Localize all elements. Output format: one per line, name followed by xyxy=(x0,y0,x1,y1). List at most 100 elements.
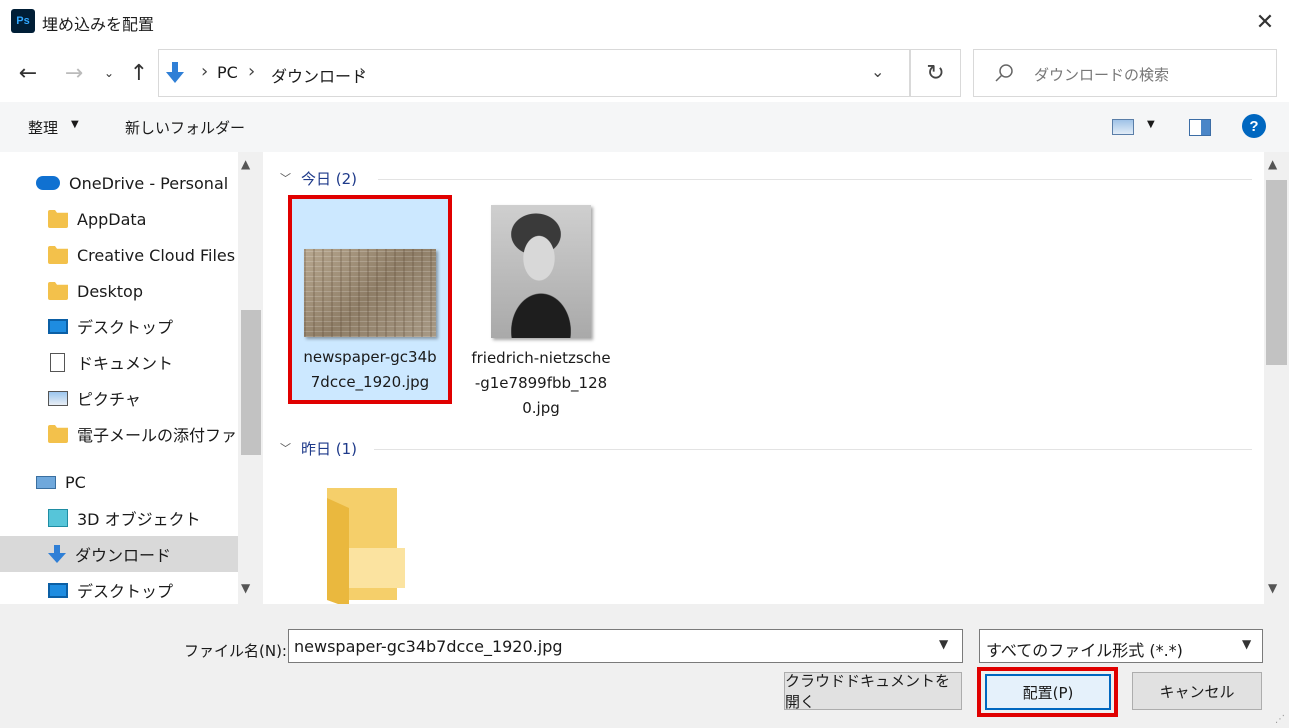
file-tile-newspaper[interactable]: newspaper-gc34b7dcce_1920.jpg xyxy=(288,195,452,404)
preview-pane-icon[interactable] xyxy=(1189,119,1211,136)
refresh-icon: ↻ xyxy=(926,60,945,86)
breadcrumb-separator-icon[interactable]: › xyxy=(248,61,255,82)
nav-item-downloads[interactable]: ダウンロード xyxy=(0,536,238,572)
change-view-icon[interactable] xyxy=(1112,119,1134,135)
nav-item-desktop-pc[interactable]: デスクトップ xyxy=(0,572,238,604)
nav-scrollbar-thumb[interactable] xyxy=(241,310,261,455)
pictures-icon xyxy=(48,390,68,406)
nav-item-onedrive[interactable]: OneDrive - Personal xyxy=(0,165,238,201)
filetype-value: すべてのファイル形式 (*.*) xyxy=(986,641,1183,660)
scroll-down-icon[interactable]: ▼ xyxy=(1268,581,1277,595)
group-divider xyxy=(374,449,1252,450)
nav-item-pc[interactable]: PC xyxy=(0,464,238,500)
nav-item-label: ダウンロード xyxy=(75,546,172,565)
nav-item-3d-objects[interactable]: 3D オブジェクト xyxy=(0,500,238,536)
resize-grip-icon[interactable]: ⋰ xyxy=(1275,714,1285,725)
command-bar: 整理 ▼ 新しいフォルダー ▼ xyxy=(0,102,1289,152)
folder-icon xyxy=(48,210,68,228)
caret-down-icon[interactable]: ▼ xyxy=(1147,119,1155,130)
close-button[interactable]: ✕ xyxy=(1244,2,1286,42)
image-thumbnail xyxy=(304,249,436,337)
breadcrumb-pc[interactable]: PC xyxy=(217,63,238,82)
search-icon xyxy=(995,64,1013,82)
address-history-chevron-icon[interactable]: ⌄ xyxy=(871,62,884,81)
photoshop-logo-icon: Ps xyxy=(11,9,35,33)
folder-icon xyxy=(48,425,68,443)
arrow-up-icon: ↑ xyxy=(129,60,149,86)
download-icon xyxy=(48,545,66,563)
search-input[interactable]: ダウンロードの検索 xyxy=(973,49,1277,97)
refresh-button[interactable]: ↻ xyxy=(910,49,961,97)
download-icon xyxy=(166,62,184,83)
group-divider xyxy=(378,179,1252,180)
open-cloud-documents-button[interactable]: クラウドドキュメントを開く xyxy=(784,672,962,711)
onedrive-cloud-icon xyxy=(36,176,60,190)
arrow-right-icon: → xyxy=(64,60,84,86)
organize-menu[interactable]: 整理 xyxy=(28,117,58,138)
image-thumbnail xyxy=(491,205,591,338)
forward-button[interactable]: → xyxy=(60,58,88,88)
folder-icon[interactable] xyxy=(323,488,405,604)
search-placeholder: ダウンロードの検索 xyxy=(1034,66,1170,84)
nav-item-label: 3D オブジェクト xyxy=(77,510,201,529)
group-label: 昨日 (1) xyxy=(301,439,358,458)
new-folder-button[interactable]: 新しいフォルダー xyxy=(125,117,245,138)
recent-locations-button[interactable]: ⌄ xyxy=(95,58,123,88)
nav-item-label: Creative Cloud Files xyxy=(77,245,236,265)
nav-item-desktop-jp[interactable]: デスクトップ xyxy=(0,308,238,344)
nav-item-label: AppData xyxy=(77,209,147,229)
nav-item-label: 電子メールの添付ファイル xyxy=(77,426,238,445)
group-label: 今日 (2) xyxy=(301,169,358,188)
filename-input[interactable]: newspaper-gc34b7dcce_1920.jpg ▼ xyxy=(288,629,963,663)
scroll-up-icon[interactable]: ▲ xyxy=(241,157,250,171)
breadcrumb-separator-icon: › xyxy=(201,61,209,82)
filetype-select[interactable]: すべてのファイル形式 (*.*) ▼ xyxy=(979,629,1263,663)
breadcrumb-downloads[interactable]: ダウンロード xyxy=(271,63,367,87)
nav-item-label: Desktop xyxy=(77,281,143,301)
nav-item-pictures[interactable]: ピクチャ xyxy=(0,380,238,416)
group-header-today[interactable]: ﹀ 今日 (2) xyxy=(280,166,357,190)
filename-value: newspaper-gc34b7dcce_1920.jpg xyxy=(294,637,563,656)
nav-item-documents[interactable]: ドキュメント xyxy=(0,344,238,380)
chevron-down-icon: ▼ xyxy=(1242,637,1252,651)
scroll-down-icon[interactable]: ▼ xyxy=(241,581,250,595)
title-bar: Ps 埋め込みを配置 ✕ xyxy=(0,0,1289,44)
folder-icon xyxy=(48,282,68,300)
nav-item-label: デスクトップ xyxy=(77,582,174,601)
nav-item-label: ドキュメント xyxy=(77,354,174,373)
filename-label: ファイル名(N): xyxy=(184,642,287,660)
help-icon[interactable]: ? xyxy=(1242,114,1266,138)
nav-item-desktop-onedrive[interactable]: Desktop xyxy=(0,273,238,309)
back-button[interactable]: ← xyxy=(14,58,42,88)
group-header-yesterday[interactable]: ﹀ 昨日 (1) xyxy=(280,436,357,460)
breadcrumb-separator-icon[interactable]: › xyxy=(359,61,366,82)
pc-icon xyxy=(36,475,56,489)
desktop-icon xyxy=(48,318,68,334)
chevron-down-icon: ﹀ xyxy=(280,172,291,185)
desktop-icon xyxy=(48,582,68,598)
dialog-footer: ファイル名(N): newspaper-gc34b7dcce_1920.jpg … xyxy=(0,604,1289,728)
chevron-down-icon: ﹀ xyxy=(280,442,291,455)
chevron-down-icon: ⌄ xyxy=(103,66,115,80)
caret-down-icon[interactable]: ▼ xyxy=(71,119,79,130)
scroll-up-icon[interactable]: ▲ xyxy=(1268,157,1277,171)
content-scrollbar-thumb[interactable] xyxy=(1266,180,1287,365)
file-name: friedrich-nietzsche-g1e7899fbb_1280.jpg xyxy=(471,349,611,417)
folder-icon xyxy=(48,246,68,264)
3d-objects-icon xyxy=(48,509,68,527)
close-icon: ✕ xyxy=(1255,9,1275,35)
cancel-button[interactable]: キャンセル xyxy=(1132,672,1262,710)
nav-item-label: PC xyxy=(65,472,86,492)
up-button[interactable]: ↑ xyxy=(125,58,153,88)
nav-item-label: デスクトップ xyxy=(77,318,174,337)
nav-item-appdata[interactable]: AppData xyxy=(0,201,238,237)
file-tile-nietzsche[interactable]: friedrich-nietzsche-g1e7899fbb_1280.jpg xyxy=(461,195,621,425)
navigation-pane: OneDrive - Personal AppData Creative Clo… xyxy=(0,152,262,604)
address-row: ← → ⌄ ↑ › PC › ダウンロード › ⌄ ↻ ダウンロードの検索 xyxy=(0,44,1289,102)
nav-item-creative-cloud-files[interactable]: Creative Cloud Files xyxy=(0,237,238,273)
nav-item-label: OneDrive - Personal xyxy=(69,173,229,193)
place-button[interactable]: 配置(P) xyxy=(985,674,1111,710)
chevron-down-icon[interactable]: ▼ xyxy=(939,637,948,651)
nav-item-email-attachments[interactable]: 電子メールの添付ファイル xyxy=(0,416,238,452)
address-bar[interactable]: › PC › ダウンロード › ⌄ xyxy=(158,49,910,97)
